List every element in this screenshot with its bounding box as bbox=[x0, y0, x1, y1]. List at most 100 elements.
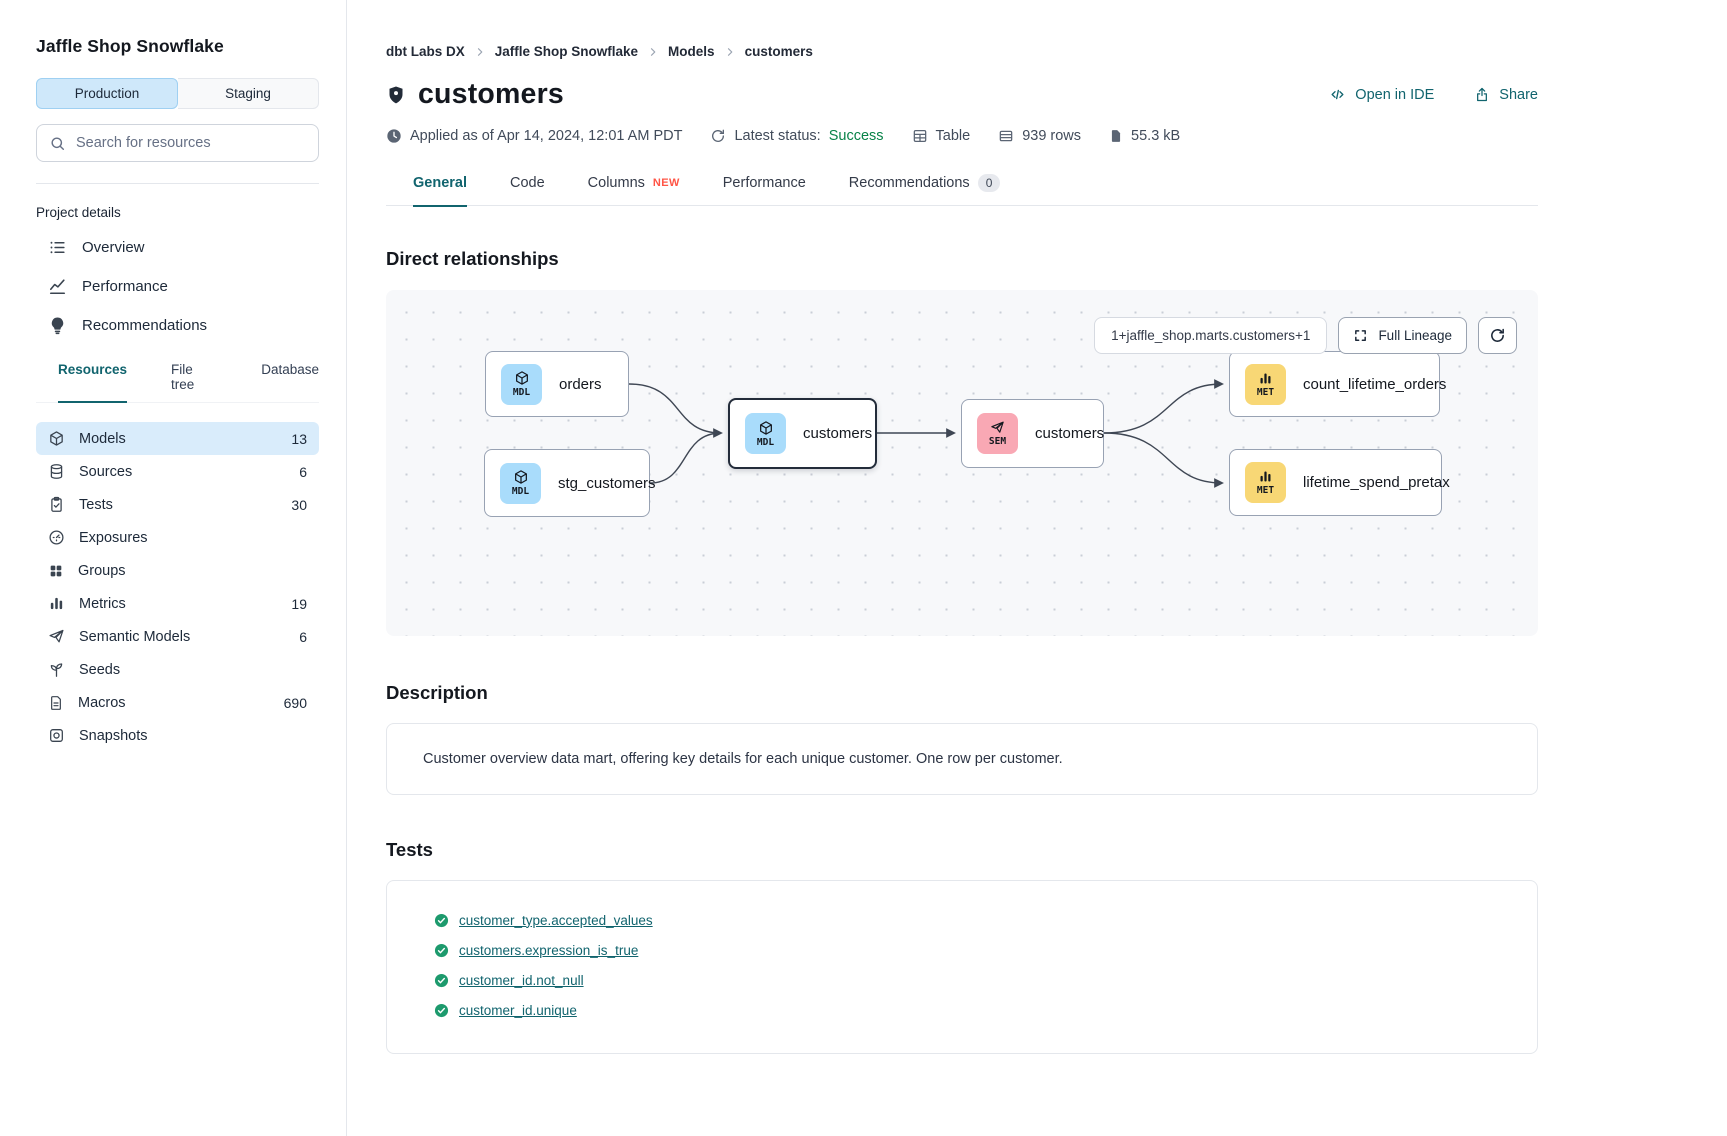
sidebar-item-tests[interactable]: Tests 30 bbox=[36, 488, 319, 521]
resource-label: Models bbox=[79, 431, 126, 447]
tab-file-tree[interactable]: File tree bbox=[171, 362, 217, 402]
lineage-node-customers-model[interactable]: MDL customers bbox=[728, 398, 877, 469]
refresh-icon bbox=[1489, 327, 1506, 344]
resource-tabs: Resources File tree Database bbox=[36, 362, 319, 403]
clipboard-check-icon bbox=[48, 496, 65, 513]
breadcrumb-current: customers bbox=[745, 44, 813, 59]
model-tile: MDL bbox=[501, 364, 542, 405]
cube-icon bbox=[514, 370, 530, 386]
search-input[interactable] bbox=[76, 135, 306, 151]
sidebar-item-overview[interactable]: Overview bbox=[36, 228, 319, 267]
share-button[interactable]: Share bbox=[1474, 86, 1538, 103]
lineage-selector[interactable]: 1+jaffle_shop.marts.customers+1 bbox=[1094, 317, 1327, 354]
breadcrumb-models[interactable]: Models bbox=[668, 44, 715, 59]
test-link[interactable]: customer_id.not_null bbox=[459, 973, 584, 988]
sidebar-item-models[interactable]: Models 13 bbox=[36, 422, 319, 455]
check-circle-icon bbox=[434, 913, 449, 928]
applied-timestamp: Applied as of Apr 14, 2024, 12:01 AM PDT bbox=[386, 128, 682, 144]
seedling-icon bbox=[48, 661, 65, 678]
sidebar-item-recommendations[interactable]: Recommendations bbox=[36, 306, 319, 345]
tab-label: Performance bbox=[723, 175, 806, 191]
tab-label: Recommendations bbox=[849, 175, 970, 191]
title-actions: Open in IDE Share bbox=[1329, 86, 1538, 103]
table-icon bbox=[912, 128, 928, 144]
sidebar-item-exposures[interactable]: Exposures bbox=[36, 521, 319, 554]
new-badge: NEW bbox=[653, 177, 680, 189]
database-icon bbox=[48, 463, 65, 480]
tab-general[interactable]: General bbox=[413, 174, 467, 207]
title-row: customers Open in IDE Share bbox=[386, 78, 1538, 111]
test-link[interactable]: customer_type.accepted_values bbox=[459, 913, 653, 928]
bar-chart-icon bbox=[48, 595, 65, 612]
sidebar-item-seeds[interactable]: Seeds bbox=[36, 653, 319, 686]
full-lineage-button[interactable]: Full Lineage bbox=[1338, 317, 1467, 354]
list-icon bbox=[48, 238, 67, 257]
sidebar-item-metrics[interactable]: Metrics 19 bbox=[36, 587, 319, 620]
section-title-description: Description bbox=[386, 682, 1538, 704]
sidebar-item-label: Performance bbox=[82, 278, 168, 295]
tab-label: General bbox=[413, 175, 467, 191]
resource-list: Models 13 Sources 6 Tests 30 Exposures bbox=[36, 422, 319, 752]
file-icon bbox=[1109, 128, 1123, 144]
breadcrumb-account[interactable]: dbt Labs DX bbox=[386, 44, 465, 59]
tab-recommendations[interactable]: Recommendations 0 bbox=[849, 174, 1001, 205]
materialization: Table bbox=[912, 128, 971, 144]
tab-code[interactable]: Code bbox=[510, 174, 545, 205]
sidebar-item-snapshots[interactable]: Snapshots bbox=[36, 719, 319, 752]
shield-icon bbox=[386, 84, 406, 106]
metric-tile: MET bbox=[1245, 462, 1286, 503]
test-link[interactable]: customer_id.unique bbox=[459, 1003, 577, 1018]
model-tile: MDL bbox=[745, 413, 786, 454]
breadcrumb-project[interactable]: Jaffle Shop Snowflake bbox=[495, 44, 638, 59]
chevron-right-icon bbox=[474, 46, 486, 58]
resource-count: 6 bbox=[299, 629, 307, 645]
breadcrumb: dbt Labs DX Jaffle Shop Snowflake Models… bbox=[386, 44, 1538, 59]
resource-search[interactable] bbox=[36, 124, 319, 162]
tab-resources[interactable]: Resources bbox=[58, 362, 127, 403]
search-icon bbox=[49, 135, 66, 152]
share-label: Share bbox=[1499, 87, 1538, 103]
lineage-canvas[interactable]: 1+jaffle_shop.marts.customers+1 Full Lin… bbox=[386, 290, 1538, 636]
metric-tile: MET bbox=[1245, 364, 1286, 405]
check-circle-icon bbox=[434, 943, 449, 958]
sidebar-item-performance[interactable]: Performance bbox=[36, 267, 319, 306]
resource-label: Macros bbox=[78, 695, 126, 711]
section-title-direct-relationships: Direct relationships bbox=[386, 248, 1538, 270]
bar-chart-icon bbox=[1258, 469, 1273, 484]
resource-count: 13 bbox=[291, 431, 307, 447]
resource-label: Groups bbox=[78, 563, 126, 579]
tab-columns[interactable]: Columns NEW bbox=[588, 174, 680, 205]
expand-icon bbox=[1353, 328, 1368, 343]
section-title-tests: Tests bbox=[386, 839, 1538, 861]
lineage-node-lifetime-spend-pretax[interactable]: MET lifetime_spend_pretax bbox=[1229, 449, 1442, 516]
tile-kind-label: MET bbox=[1257, 387, 1274, 398]
lineage-node-count-lifetime-orders[interactable]: MET count_lifetime_orders bbox=[1229, 351, 1440, 417]
sidebar-item-sources[interactable]: Sources 6 bbox=[36, 455, 319, 488]
tab-performance[interactable]: Performance bbox=[723, 174, 806, 205]
env-tab-staging[interactable]: Staging bbox=[178, 78, 319, 109]
open-in-ide-button[interactable]: Open in IDE bbox=[1329, 86, 1434, 103]
lineage-node-stg-customers[interactable]: MDL stg_customers bbox=[484, 449, 650, 517]
refresh-lineage-button[interactable] bbox=[1478, 317, 1517, 354]
lineage-controls: 1+jaffle_shop.marts.customers+1 Full Lin… bbox=[1094, 317, 1517, 354]
resource-label: Exposures bbox=[79, 530, 148, 546]
resource-count: 690 bbox=[284, 695, 307, 711]
tile-kind-label: MDL bbox=[512, 486, 529, 497]
tile-kind-label: MET bbox=[1257, 485, 1274, 496]
sidebar-item-semantic-models[interactable]: Semantic Models 6 bbox=[36, 620, 319, 653]
env-tab-production[interactable]: Production bbox=[36, 78, 178, 109]
rows-icon bbox=[998, 128, 1014, 144]
test-row: customer_type.accepted_values bbox=[387, 905, 1537, 935]
test-link[interactable]: customers.expression_is_true bbox=[459, 943, 638, 958]
resource-count: 6 bbox=[299, 464, 307, 480]
paper-plane-icon bbox=[990, 420, 1005, 435]
tests-card: customer_type.accepted_values customers.… bbox=[386, 880, 1538, 1054]
sidebar-item-macros[interactable]: Macros 690 bbox=[36, 686, 319, 719]
environment-switcher: Production Staging bbox=[36, 78, 319, 109]
lineage-node-orders[interactable]: MDL orders bbox=[485, 351, 629, 417]
cube-icon bbox=[513, 469, 529, 485]
lineage-node-customers-semantic[interactable]: SEM customers bbox=[961, 399, 1104, 468]
tab-database[interactable]: Database bbox=[261, 362, 319, 402]
sidebar-item-groups[interactable]: Groups bbox=[36, 554, 319, 587]
latest-status: Latest status: Success bbox=[710, 128, 883, 144]
